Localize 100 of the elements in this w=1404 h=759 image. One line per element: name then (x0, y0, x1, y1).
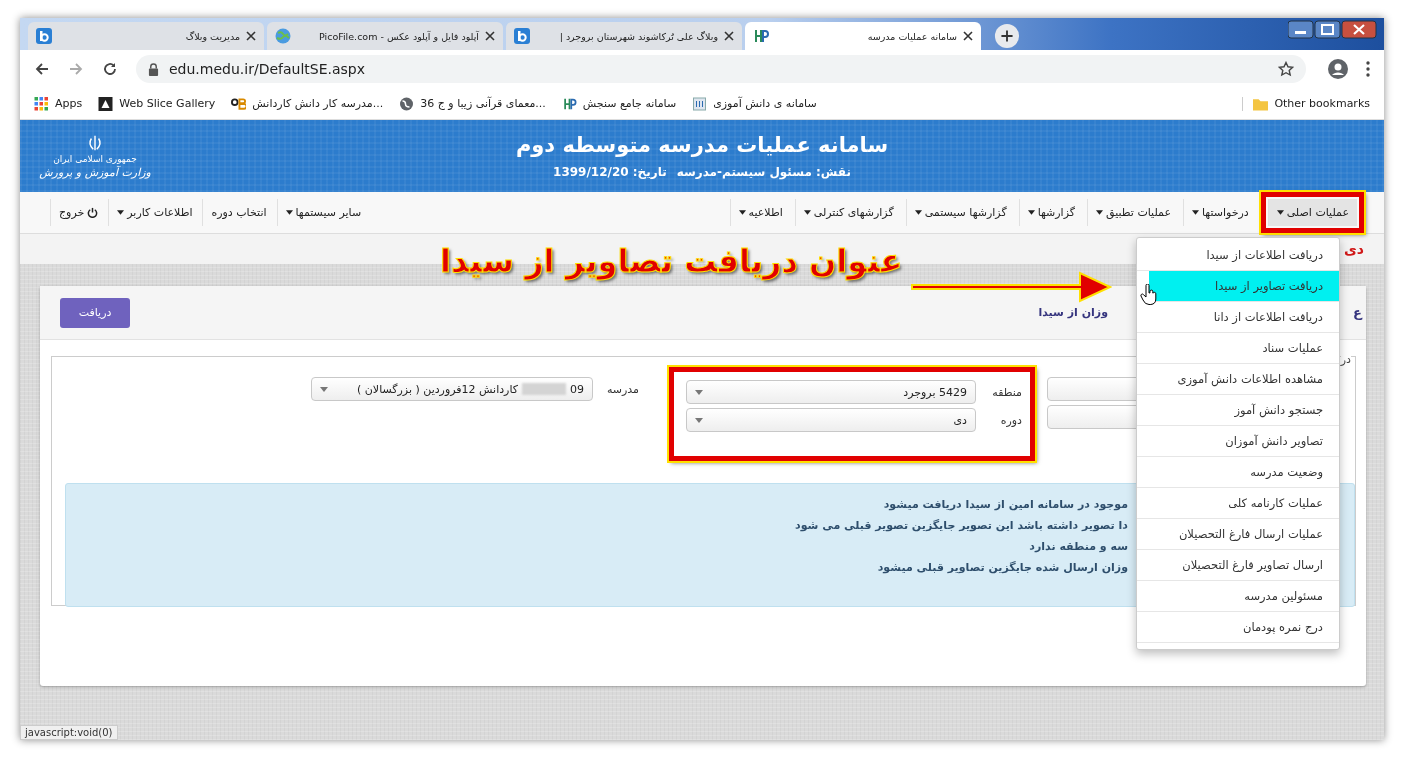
page-icon (98, 96, 114, 111)
caret-icon (695, 417, 703, 423)
page-title-fragment: ع (1352, 305, 1362, 320)
bookmark[interactable]: Other bookmarks (1242, 96, 1370, 111)
caret-icon (320, 386, 328, 392)
caret-icon (1276, 210, 1284, 215)
menu-item[interactable]: مشاهده اطلاعات دانش آموزی (1137, 364, 1339, 395)
nav-menu-item[interactable]: انتخاب دوره (202, 199, 275, 226)
close-icon[interactable] (963, 31, 973, 41)
browser-tab[interactable]: سامانه عملیات مدرسه (745, 22, 981, 50)
page-title-fragment: وزان از سیدا (1038, 306, 1108, 319)
new-tab-icon[interactable] (994, 23, 1020, 49)
logo-text: وزارت آموزش و پرورش (39, 165, 151, 179)
menu-item[interactable]: عملیات ارسال فارغ التحصیلان (1137, 519, 1339, 550)
close-icon[interactable] (724, 31, 734, 41)
lock-icon (148, 62, 159, 76)
select-field[interactable]: 5429 بروجرد (686, 380, 976, 404)
menu-item[interactable]: دریافت تصاویر از سیدا (1149, 271, 1339, 302)
field-label: دوره (999, 413, 1022, 427)
power-icon (87, 207, 99, 218)
window-controls-icon[interactable] (1288, 20, 1378, 40)
caret-icon (803, 210, 811, 215)
caret-icon (117, 210, 125, 215)
menu-item[interactable]: تصاویر دانش آموزان (1137, 426, 1339, 457)
tab-title: مدیریت وبلاگ (184, 30, 240, 42)
info-text: دا تصویر داشته باشد این تصویر جایگزین تصویر قبلی می شود (794, 519, 1128, 532)
bookmark-label: مدرسه کار دانش کاردانش... (252, 97, 384, 110)
nav-menu-item[interactable]: عملیات تطبیق (1087, 199, 1179, 226)
menu-item[interactable]: عملیات سناد (1137, 333, 1339, 364)
nav-menu-item[interactable]: اطلاعات کاربر (108, 199, 201, 226)
menu-item[interactable]: جستجو دانش آموز (1137, 395, 1339, 426)
reload-icon[interactable] (102, 61, 118, 77)
close-icon[interactable] (246, 31, 256, 41)
info-text: سه و منطقه ندارد (1028, 540, 1128, 553)
bookmark[interactable]: Apps (34, 96, 83, 111)
blog-icon (514, 28, 530, 44)
menu-item[interactable]: ارسال تصاویر فارغ التحصیلان (1137, 550, 1339, 581)
status-url: javascript:void(0) (20, 725, 118, 740)
role-text: نقش: مسئول سیستم-مدرسه (676, 165, 851, 179)
receive-button[interactable]: دریافت (60, 297, 130, 328)
profile-icon[interactable] (1328, 59, 1348, 79)
browser-tab[interactable]: آپلود فایل و آپلود عکس - PicoFile.com (267, 22, 503, 50)
nav-menu-item[interactable]: گزارشهای کنترلی (794, 199, 902, 226)
nav-menu-item[interactable]: گزارشها سیستمی (905, 199, 1015, 226)
browser-tab[interactable]: مدیریت وبلاگ (28, 22, 264, 50)
menu-icon[interactable] (1366, 61, 1370, 77)
nav-menu-item[interactable]: اطلاعیه (729, 199, 791, 226)
browser-tab[interactable]: وبلاگ علی تُرکاشوند شهرستان بروجرد | (506, 22, 742, 50)
menu-item[interactable]: وضعیت مدرسه (1137, 457, 1339, 488)
bookmark[interactable]: Web Slice Gallery (98, 96, 216, 111)
nav-menu-item[interactable]: عملیات اصلی (1267, 199, 1357, 226)
address-bar[interactable]: edu.medu.ir/DefaultSE.aspx (136, 55, 1306, 83)
bookmark-label: Apps (55, 97, 83, 110)
back-icon[interactable] (34, 61, 50, 77)
logo-icon (753, 28, 769, 44)
info-text: موجود در سامانه امین از سیدا دریافت میشود (882, 498, 1128, 511)
emblem-icon (86, 133, 104, 152)
bookmark[interactable]: سامانه جامع سنجش (561, 96, 677, 111)
caret-icon (1027, 210, 1035, 215)
info-text: وزان ارسال شده جایگزین تصاویر قبلی میشود (876, 561, 1128, 574)
caret-icon (695, 389, 703, 395)
close-icon[interactable] (485, 31, 495, 41)
caret-icon (738, 210, 746, 215)
nav-menu-item[interactable]: خروج (50, 199, 107, 226)
bookmark[interactable]: 36 معمای قرآنی زیبا و ج... (399, 96, 546, 111)
menu-item[interactable]: مسئولین مدرسه (1137, 581, 1339, 612)
caret-icon (1192, 210, 1199, 215)
url-text: edu.medu.ir/DefaultSE.aspx (169, 61, 366, 77)
apps-grid-icon (34, 96, 49, 111)
blog-icon (36, 28, 52, 44)
logo-icon (561, 96, 577, 111)
document-icon (692, 96, 708, 111)
field-label: منطقه (991, 385, 1022, 399)
caret-icon (914, 210, 922, 215)
nav-menu-item[interactable]: سایر سیستمها (276, 199, 370, 226)
nav-menu-item[interactable]: گزارشها (1018, 199, 1083, 226)
nav-menu-item[interactable]: درخواستها (1183, 199, 1257, 226)
bookmark-label: Web Slice Gallery (119, 97, 216, 110)
tab-title: وبلاگ علی تُرکاشوند شهرستان بروجرد | (558, 30, 718, 42)
legend-fragment: در (1340, 353, 1351, 366)
bookmark-label: سامانه جامع سنجش (582, 97, 677, 110)
date-text: تاریخ: 1399/12/20 (553, 165, 667, 179)
select-field[interactable]: دی (686, 408, 976, 432)
annotation-text: عنوان دریافت تصاویر از سیدا (440, 242, 903, 280)
menu-item[interactable]: درج نمره پودمان (1137, 612, 1339, 643)
tab-title: سامانه عملیات مدرسه (866, 30, 957, 42)
globe-icon (399, 96, 415, 111)
caret-icon (1096, 210, 1103, 215)
menu-item[interactable]: عملیات کارنامه کلی (1137, 488, 1339, 519)
bookmark[interactable]: سامانه ی دانش آموزی (692, 96, 817, 111)
bookmark[interactable]: مدرسه کار دانش کاردانش... (231, 96, 384, 111)
field-label: مدرسه (605, 382, 639, 396)
bookmark-label: سامانه ی دانش آموزی (713, 97, 817, 110)
tab-title: آپلود فایل و آپلود عکس - PicoFile.com (318, 30, 479, 42)
site-title: سامانه عملیات مدرسه متوسطه دوم (515, 133, 889, 157)
logo-text: جمهوری اسلامی ایران (53, 153, 137, 164)
star-icon[interactable] (1278, 61, 1294, 77)
globe-icon (275, 28, 291, 44)
hand-cursor-icon (1140, 284, 1158, 306)
blurred-area (522, 383, 566, 395)
